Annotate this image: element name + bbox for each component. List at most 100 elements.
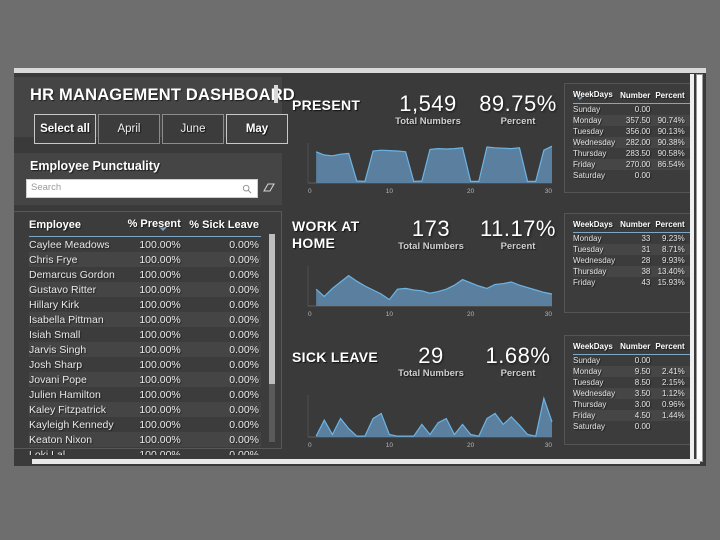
cell-percent-sick-leave: 0.00% <box>182 432 261 447</box>
cell-percent-present: 100.00% <box>139 358 181 371</box>
column-header-number[interactable]: Number <box>620 342 656 355</box>
kpi-total-value: 173 <box>411 216 451 241</box>
table-row[interactable]: Friday 270.00 86.54% <box>573 159 690 170</box>
column-header-weekdays[interactable]: WeekDays <box>573 90 621 104</box>
table-row[interactable]: Kayleigh Kennedy 100.00% 0.00% <box>29 417 261 432</box>
table-row[interactable]: Monday 33 9.23% <box>573 233 690 245</box>
table-row[interactable]: Isabella Pittman 100.00% 0.00% <box>29 312 261 327</box>
dashboard-horizontal-scrollbar[interactable] <box>32 459 700 464</box>
table-row[interactable]: Hillary Kirk 100.00% 0.00% <box>29 297 261 312</box>
employee-table: Employee % Present % Sick Leave Caylee M… <box>29 218 261 455</box>
table-row[interactable]: Josh Sharp 100.00% 0.00% <box>29 357 261 372</box>
kpi-total-caption: Total Numbers <box>398 368 464 379</box>
weekday-table-work-at-home: WeekDays Number Percent Monday 33 9.23% Tue… <box>573 220 690 288</box>
table-row[interactable]: Gustavo Ritter 100.00% 0.00% <box>29 282 261 297</box>
table-row[interactable]: Sunday 0.00 <box>573 355 690 367</box>
employee-punctuality-title: Employee Punctuality <box>30 159 160 173</box>
cell-weekday: Wednesday <box>573 256 616 265</box>
page-title: HR MANAGEMENT DASHBOARD <box>30 86 295 104</box>
kpi-percent-sick-leave: 1.68% Percent <box>474 343 562 379</box>
dashboard-vertical-scrollbar-outer[interactable] <box>690 74 694 462</box>
table-row[interactable]: Thursday 283.50 90.58% <box>573 148 690 159</box>
slicer-button-select-all[interactable]: Select all <box>34 114 96 144</box>
eraser-icon[interactable] <box>263 182 275 194</box>
weekday-table-sick-leave: WeekDays Number Percent Sunday 0.00 Monday… <box>573 342 690 432</box>
area-chart-sick-leave: 0 10 20 30 <box>298 391 556 449</box>
cell-weekday: Monday <box>573 115 621 126</box>
table-row[interactable]: Tuesday 8.50 2.15% <box>573 377 690 388</box>
employee-table-scrollbar[interactable] <box>269 234 275 442</box>
slicer-button-may[interactable]: May <box>226 114 288 144</box>
month-slicer[interactable]: Select all April June May <box>34 114 290 144</box>
cell-number: 3.50 <box>620 388 656 399</box>
table-row[interactable]: Demarcus Gordon 100.00% 0.00% <box>29 267 261 282</box>
column-header-number[interactable]: Number <box>620 220 656 233</box>
search-box[interactable] <box>26 179 258 198</box>
table-row[interactable]: Monday 9.50 2.41% <box>573 366 690 377</box>
weekday-table-body: Sunday 0.00 Monday 357.50 90.74% Tuesday 356.0… <box>573 104 690 182</box>
column-header-percent-sick-leave[interactable]: % Sick Leave <box>182 218 261 237</box>
table-row[interactable]: Wednesday 3.50 1.12% <box>573 388 690 399</box>
column-header-percent[interactable]: Percent <box>655 342 690 355</box>
table-row[interactable]: Kaley Fitzpatrick 100.00% 0.00% <box>29 402 261 417</box>
dashboard-vertical-scrollbar[interactable] <box>696 74 703 462</box>
search-icon[interactable] <box>242 184 252 194</box>
weekday-table-panel-sick-leave: WeekDays Number Percent Sunday 0.00 Monday… <box>564 335 690 445</box>
kpi-percent-caption: Percent <box>500 241 536 252</box>
table-row[interactable]: Julien Hamilton 100.00% 0.00% <box>29 387 261 402</box>
cell-weekday: Thursday <box>573 400 607 409</box>
table-row[interactable]: Saturday 0.00 <box>573 421 690 432</box>
screen: HR MANAGEMENT DASHBOARD Select all April… <box>0 0 720 540</box>
table-row[interactable]: Jovani Pope 100.00% 0.00% <box>29 372 261 387</box>
table-row[interactable]: Friday 43 15.93% <box>573 277 690 288</box>
weekday-table-panel-present: WeekDays Number Percent Sunday 0.00 Monday… <box>564 83 690 193</box>
column-header-number[interactable]: Number <box>620 90 656 104</box>
cell-weekday: Monday <box>573 366 621 377</box>
table-row[interactable]: Chris Frye 100.00% 0.00% <box>29 252 261 267</box>
search-input[interactable] <box>31 182 231 193</box>
employee-table-body: Caylee Meadows 100.00% 0.00% Chris Frye 100.… <box>29 237 261 456</box>
chart-area-fill <box>316 275 552 306</box>
cell-percent-sick-leave: 0.00% <box>182 372 261 387</box>
kpi-block-work-at-home: WORK AT HOME 173 Total Numbers 11.17% Pe… <box>292 206 560 328</box>
slicer-button-april[interactable]: April <box>98 114 160 144</box>
table-row[interactable]: Friday 4.50 1.44% <box>573 410 690 421</box>
table-row[interactable]: Thursday 3.00 0.96% <box>573 399 690 410</box>
cell-percent-present: 100.00% <box>122 252 183 267</box>
cell-percent-sick-leave: 0.00% <box>182 252 261 267</box>
kpi-percent-value: 1.68% <box>485 343 551 368</box>
column-header-weekdays[interactable]: WeekDays <box>573 342 621 355</box>
cell-percent: 1.44% <box>655 410 690 421</box>
table-row[interactable]: Sunday 0.00 <box>573 104 690 116</box>
table-row[interactable]: Monday 357.50 90.74% <box>573 115 690 126</box>
cell-number: 0.00 <box>634 422 651 431</box>
table-row[interactable]: Thursday 38 13.40% <box>573 266 690 277</box>
table-row[interactable]: Wednesday 28 9.93% <box>573 255 690 266</box>
cell-weekday: Sunday <box>573 105 601 114</box>
table-row[interactable]: Tuesday 356.00 90.13% <box>573 126 690 137</box>
kpi-label-present: PRESENT <box>292 97 361 113</box>
column-header-percent-present[interactable]: % Present <box>122 218 183 237</box>
column-header-weekdays[interactable]: WeekDays <box>573 220 621 233</box>
column-header-percent[interactable]: Percent <box>655 220 690 233</box>
cell-percent-present: 100.00% <box>139 448 181 456</box>
table-row[interactable]: Isiah Small 100.00% 0.00% <box>29 327 261 342</box>
slicer-button-june[interactable]: June <box>162 114 224 144</box>
scrollbar-thumb[interactable] <box>269 234 275 384</box>
table-row[interactable]: Wednesday 282.00 90.38% <box>573 137 690 148</box>
table-row[interactable]: Tuesday 31 8.71% <box>573 244 690 255</box>
table-header-row: WeekDays Number Percent <box>573 342 690 355</box>
cell-percent: 2.41% <box>655 366 690 377</box>
weekday-table-panel-work-at-home: WeekDays Number Percent Monday 33 9.23% Tue… <box>564 213 690 313</box>
column-header-percent[interactable]: Percent <box>655 90 690 104</box>
cell-percent-present: 100.00% <box>122 282 183 297</box>
table-row[interactable]: Saturday 0.00 <box>573 170 690 181</box>
table-row[interactable]: Loki Lal 100.00% 0.00% <box>29 447 261 456</box>
table-row[interactable]: Jarvis Singh 100.00% 0.00% <box>29 342 261 357</box>
table-row[interactable]: Keaton Nixon 100.00% 0.00% <box>29 432 261 447</box>
chart-x-tick-label: 30 <box>545 442 553 449</box>
table-row[interactable]: Caylee Meadows 100.00% 0.00% <box>29 237 261 253</box>
column-header-employee[interactable]: Employee <box>29 218 123 237</box>
cell-percent: 8.71% <box>655 244 690 255</box>
cell-number: 8.50 <box>634 378 651 387</box>
